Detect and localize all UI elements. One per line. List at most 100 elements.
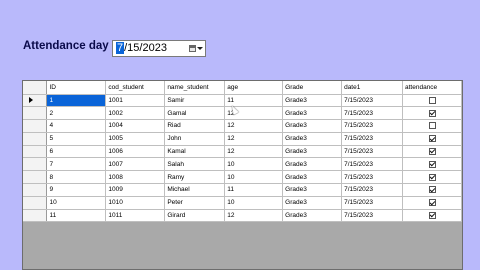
row-header[interactable] — [23, 145, 48, 159]
cell-id[interactable]: 8 — [46, 170, 107, 185]
cell-name-student[interactable]: Girard — [164, 209, 226, 223]
column-header-attendance[interactable]: attendance — [402, 81, 462, 95]
column-header-age[interactable]: age — [224, 81, 284, 95]
cell-age[interactable]: 12 — [224, 209, 284, 223]
cell-grade[interactable]: Grade3 — [282, 209, 343, 223]
cell-age[interactable]: 12 — [224, 132, 284, 146]
table-row[interactable]: 5 1005 John 12 Grade3 7/15/2023 — [23, 132, 462, 146]
cell-grade[interactable]: Grade3 — [282, 183, 343, 197]
table-row[interactable]: 1 1001 Samir 11 Grade3 7/15/2023 — [23, 94, 462, 108]
cell-cod-student[interactable]: 1011 — [105, 209, 166, 223]
cell-attendance[interactable] — [402, 157, 462, 172]
cell-attendance[interactable] — [402, 145, 462, 159]
row-header[interactable] — [23, 119, 48, 133]
attendance-checkbox[interactable] — [428, 147, 436, 155]
cell-attendance[interactable] — [402, 196, 462, 210]
cell-grade[interactable]: Grade3 — [282, 170, 343, 185]
table-row[interactable]: 8 1008 Ramy 10 Grade3 7/15/2023 — [23, 170, 462, 185]
column-header-id[interactable]: ID — [46, 81, 107, 95]
row-header[interactable] — [23, 170, 48, 185]
cell-date1[interactable]: 7/15/2023 — [341, 106, 403, 121]
row-header[interactable] — [23, 132, 48, 146]
row-header[interactable] — [23, 94, 48, 108]
cell-date1[interactable]: 7/15/2023 — [341, 183, 403, 197]
cell-grade[interactable]: Grade3 — [282, 106, 343, 121]
cell-age[interactable]: 11 — [224, 183, 284, 197]
cell-grade[interactable]: Grade3 — [282, 94, 343, 108]
attendance-checkbox[interactable] — [428, 122, 436, 130]
cell-name-student[interactable]: John — [164, 132, 226, 146]
attendance-date-picker[interactable]: 7/15/2023 — [112, 40, 206, 57]
cell-attendance[interactable] — [402, 132, 462, 146]
row-header[interactable] — [23, 196, 48, 210]
cell-grade[interactable]: Grade3 — [282, 145, 343, 159]
cell-id[interactable]: 9 — [46, 183, 107, 197]
cell-name-student[interactable]: Salah — [164, 157, 226, 172]
cell-cod-student[interactable]: 1009 — [105, 183, 166, 197]
column-header-date1[interactable]: date1 — [341, 81, 403, 95]
table-row[interactable]: 2 1002 Gamal 12 Grade3 7/15/2023 — [23, 106, 462, 121]
cell-age[interactable]: 12 — [224, 119, 284, 133]
table-row[interactable]: 9 1009 Michael 11 Grade3 7/15/2023 — [23, 183, 462, 197]
cell-date1[interactable]: 7/15/2023 — [341, 157, 403, 172]
cell-grade[interactable]: Grade3 — [282, 132, 343, 146]
table-row[interactable]: 6 1006 Kamal 12 Grade3 7/15/2023 — [23, 145, 462, 159]
attendance-grid[interactable]: ID cod_student name_student age Grade da… — [22, 80, 463, 270]
cell-name-student[interactable]: Gamal — [164, 106, 226, 121]
cell-cod-student[interactable]: 1006 — [105, 145, 166, 159]
cell-cod-student[interactable]: 1008 — [105, 170, 166, 185]
column-header-cod-student[interactable]: cod_student — [105, 81, 166, 95]
cell-cod-student[interactable]: 1007 — [105, 157, 166, 172]
cell-age[interactable]: 10 — [224, 170, 284, 185]
cell-date1[interactable]: 7/15/2023 — [341, 170, 403, 185]
row-header[interactable] — [23, 209, 48, 223]
attendance-checkbox[interactable] — [428, 109, 436, 117]
cell-age[interactable]: 12 — [224, 145, 284, 159]
cell-id[interactable]: 4 — [46, 119, 107, 133]
cell-cod-student[interactable]: 1010 — [105, 196, 166, 210]
row-header[interactable] — [23, 106, 48, 121]
cell-id[interactable]: 5 — [46, 132, 107, 146]
column-header-name-student[interactable]: name_student — [164, 81, 226, 95]
cell-id[interactable]: 10 — [46, 196, 107, 210]
cell-grade[interactable]: Grade3 — [282, 196, 343, 210]
attendance-checkbox[interactable] — [428, 199, 436, 207]
date-value[interactable]: 7/15/2023 — [116, 42, 167, 54]
cell-grade[interactable]: Grade3 — [282, 119, 343, 133]
cell-attendance[interactable] — [402, 209, 462, 223]
cell-id[interactable]: 2 — [46, 106, 107, 121]
table-row[interactable]: 11 1011 Girard 12 Grade3 7/15/2023 — [23, 209, 462, 223]
cell-date1[interactable]: 7/15/2023 — [341, 132, 403, 146]
cell-grade[interactable]: Grade3 — [282, 157, 343, 172]
cell-date1[interactable]: 7/15/2023 — [341, 94, 403, 108]
cell-date1[interactable]: 7/15/2023 — [341, 196, 403, 210]
cell-cod-student[interactable]: 1001 — [105, 94, 166, 108]
table-row[interactable]: 10 1010 Peter 10 Grade3 7/15/2023 — [23, 196, 462, 210]
cell-attendance[interactable] — [402, 183, 462, 197]
cell-date1[interactable]: 7/15/2023 — [341, 119, 403, 133]
cell-name-student[interactable]: Samir — [164, 94, 226, 108]
table-row[interactable]: 7 1007 Salah 10 Grade3 7/15/2023 — [23, 157, 462, 172]
attendance-checkbox[interactable] — [428, 173, 436, 181]
attendance-checkbox[interactable] — [428, 135, 436, 143]
calendar-dropdown-button[interactable] — [188, 42, 204, 55]
cell-name-student[interactable]: Riad — [164, 119, 226, 133]
column-header-grade[interactable]: Grade — [282, 81, 343, 95]
row-header[interactable] — [23, 183, 48, 197]
cell-id[interactable]: 7 — [46, 157, 107, 172]
cell-name-student[interactable]: Michael — [164, 183, 226, 197]
attendance-checkbox[interactable] — [428, 211, 436, 219]
cell-attendance[interactable] — [402, 94, 462, 108]
cell-date1[interactable]: 7/15/2023 — [341, 209, 403, 223]
row-header[interactable] — [23, 157, 48, 172]
cell-attendance[interactable] — [402, 106, 462, 121]
cell-cod-student[interactable]: 1005 — [105, 132, 166, 146]
cell-name-student[interactable]: Peter — [164, 196, 226, 210]
cell-age[interactable]: 10 — [224, 157, 284, 172]
cell-id[interactable]: 11 — [46, 209, 107, 223]
attendance-checkbox[interactable] — [428, 160, 436, 168]
cell-attendance[interactable] — [402, 119, 462, 133]
cell-name-student[interactable]: Ramy — [164, 170, 226, 185]
cell-cod-student[interactable]: 1004 — [105, 119, 166, 133]
cell-name-student[interactable]: Kamal — [164, 145, 226, 159]
